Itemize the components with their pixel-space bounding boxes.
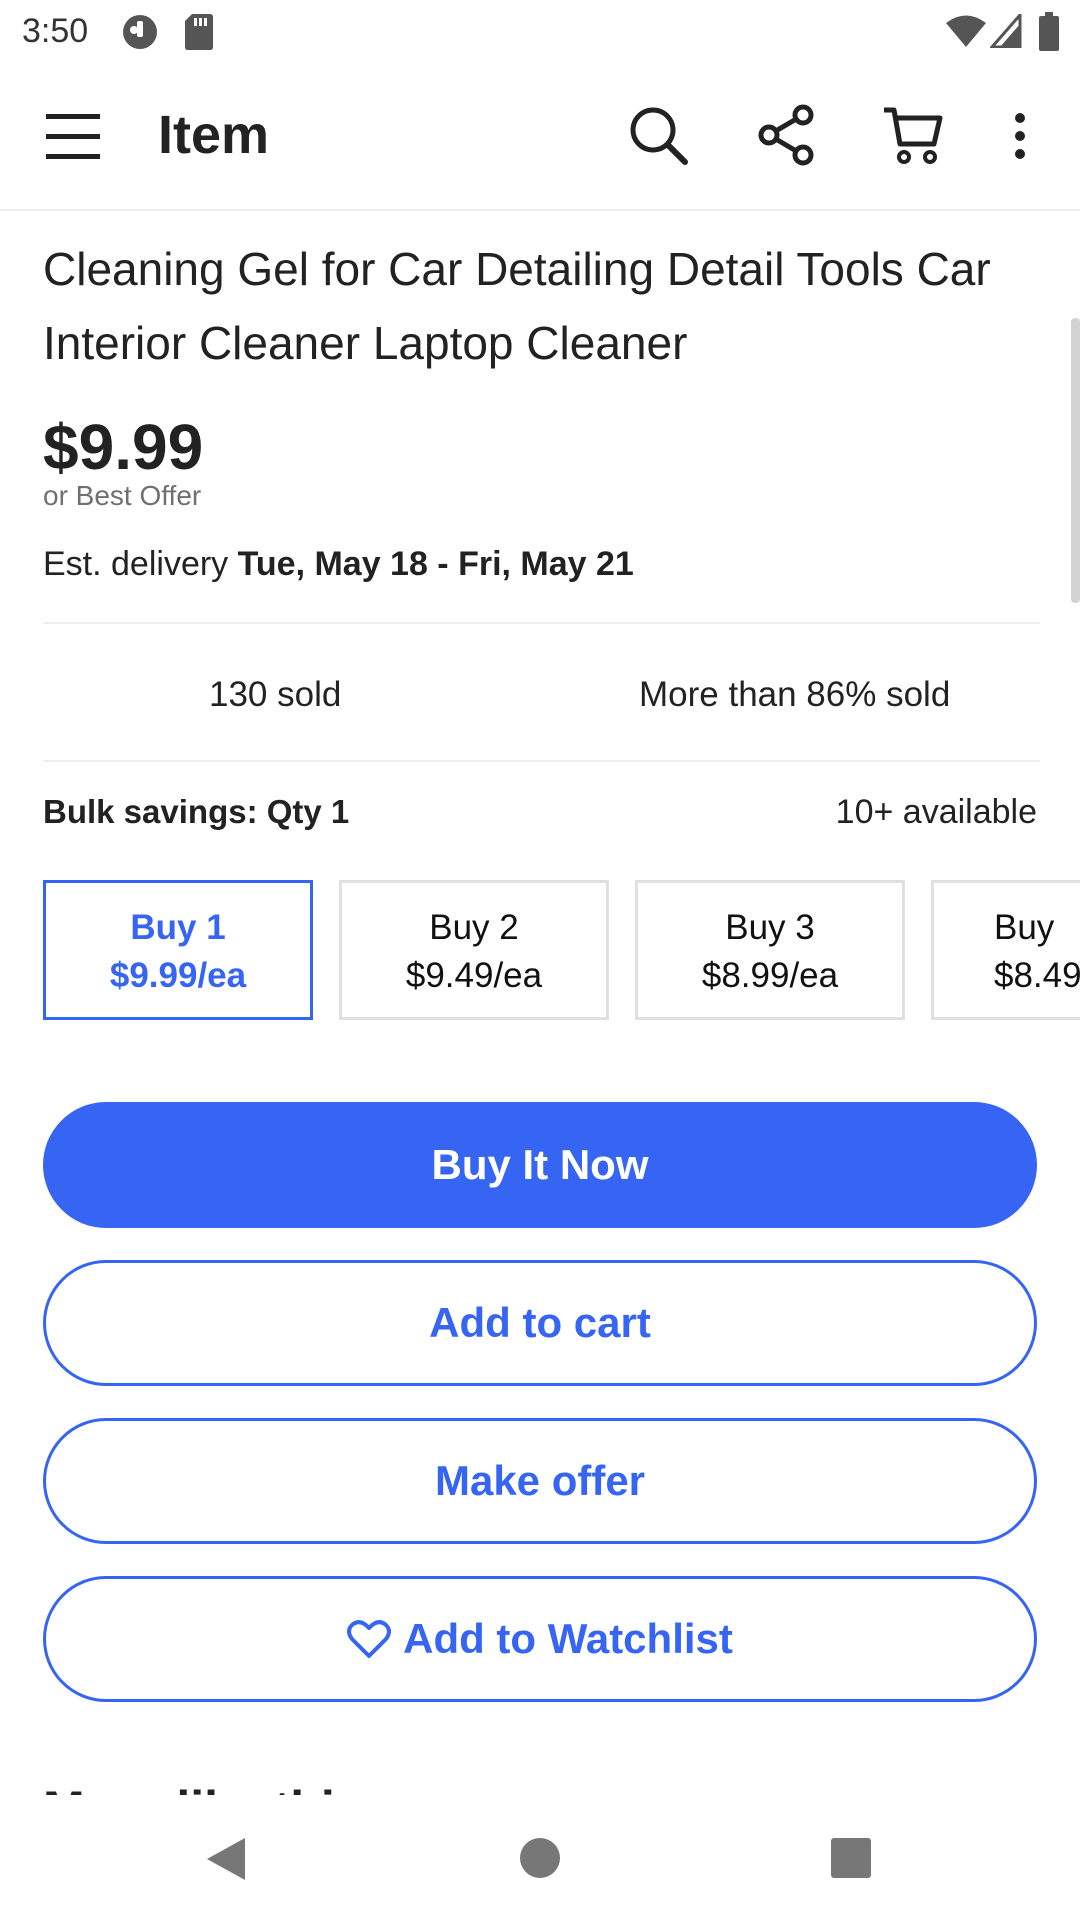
sd-card-icon (184, 12, 214, 57)
section-title: More like this (43, 1780, 363, 1795)
item-title: Cleaning Gel for Car Detailing Detail To… (43, 243, 991, 369)
scrollbar[interactable] (1071, 318, 1080, 603)
status-bar: 3:50 (0, 0, 1080, 64)
app-bar: Item (0, 64, 1080, 211)
heart-icon (347, 1619, 392, 1659)
recents-nav-icon[interactable] (830, 1837, 872, 1884)
cart-icon[interactable] (882, 104, 946, 171)
tier-price: $8.99/ea (701, 956, 839, 995)
bulk-savings-label: Bulk savings: Qty 1 (43, 793, 350, 830)
best-offer-note: or Best Offer (43, 480, 202, 511)
buy-it-now-button[interactable]: Buy It Now (43, 1102, 1037, 1228)
page-title: Item (158, 105, 270, 165)
delivery-dates: Tue, May 18 - Fri, May 21 (237, 545, 634, 583)
sold-count: 130 sold (209, 675, 342, 714)
battery-icon (1038, 12, 1060, 57)
cellular-icon (988, 11, 1022, 53)
tier-qty: Buy (994, 908, 1055, 947)
add-to-watchlist-button[interactable]: Add to Watchlist (43, 1576, 1037, 1702)
system-nav-bar (0, 1795, 1080, 1920)
home-nav-icon[interactable] (519, 1837, 561, 1884)
tier-qty: Buy 3 (725, 908, 815, 947)
tier-price: $9.99/ea (109, 956, 247, 995)
available-quantity: 10+ available (835, 793, 1037, 831)
status-time: 3:50 (22, 12, 89, 50)
watchlist-label: Add to Watchlist (403, 1615, 733, 1662)
make-offer-button[interactable]: Make offer (43, 1418, 1037, 1544)
divider (43, 760, 1040, 762)
item-content[interactable]: Cleaning Gel for Car Detailing Detail To… (0, 210, 1080, 1795)
more-vert-icon[interactable] (1012, 112, 1028, 165)
item-price: $9.99 (43, 411, 204, 483)
sold-percent: More than 86% sold (639, 675, 951, 714)
notification-icon (120, 12, 160, 57)
wifi-icon (945, 14, 987, 53)
divider (43, 622, 1040, 624)
tier-price: $8.49 (994, 956, 1080, 995)
search-icon[interactable] (627, 104, 689, 171)
bulk-tier-1[interactable]: Buy 1 $9.99/ea (43, 880, 313, 1020)
delivery-estimate: Est. delivery Tue, May 18 - Fri, May 21 (43, 545, 634, 584)
tier-price: $9.49/ea (405, 956, 543, 995)
bulk-tier-3[interactable]: Buy 3 $8.99/ea (635, 880, 905, 1020)
add-to-cart-button[interactable]: Add to cart (43, 1260, 1037, 1386)
tier-qty: Buy 2 (429, 908, 519, 947)
delivery-label: Est. delivery (43, 545, 229, 583)
menu-icon[interactable] (46, 110, 100, 167)
back-nav-icon[interactable] (205, 1837, 247, 1886)
share-icon[interactable] (757, 104, 815, 171)
bulk-tier-4[interactable]: Buy $8.49 (931, 880, 1080, 1020)
bulk-tier-2[interactable]: Buy 2 $9.49/ea (339, 880, 609, 1020)
tier-qty: Buy 1 (130, 908, 226, 947)
